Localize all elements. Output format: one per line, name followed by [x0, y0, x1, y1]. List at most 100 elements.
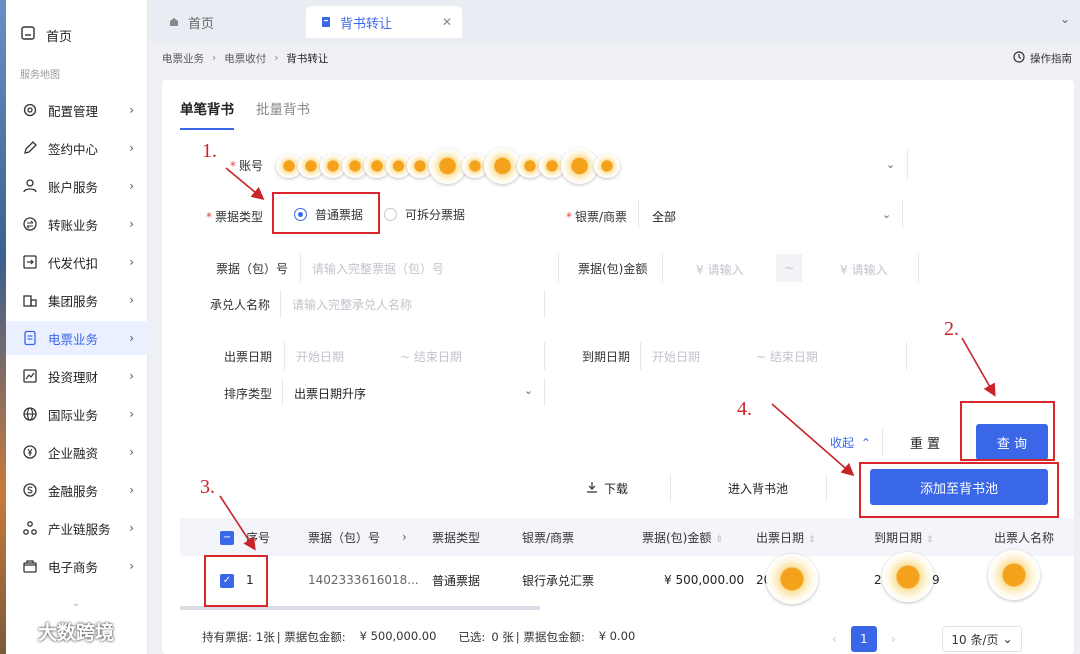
- sidebar-item[interactable]: 签约中心 ›: [6, 131, 148, 165]
- held-count: 1张: [255, 630, 275, 644]
- header-amount[interactable]: 票据(包)金额 ⇕: [642, 529, 723, 546]
- guide-link[interactable]: 操作指南: [1013, 48, 1072, 68]
- annotation-step-4: 4.: [737, 398, 752, 420]
- chevron-right-icon: ›: [129, 103, 134, 117]
- radio-split-bill[interactable]: 可拆分票据: [384, 206, 465, 223]
- chevron-down-icon[interactable]: ⌄: [886, 158, 895, 171]
- chevron-down-icon[interactable]: ⌄: [882, 208, 891, 221]
- amount-max-input[interactable]: ¥ 请输入: [840, 261, 887, 278]
- header-issue-date[interactable]: 出票日期 ⇕: [756, 529, 816, 546]
- breadcrumb-item[interactable]: 电票业务: [162, 51, 204, 66]
- sidebar-item[interactable]: 集团服务 ›: [6, 283, 148, 317]
- header-checkbox[interactable]: −: [220, 529, 234, 545]
- subtabs: 单笔背书 批量背书: [180, 98, 310, 130]
- reset-button[interactable]: 重 置: [890, 424, 960, 460]
- chevron-down-icon[interactable]: ⌄: [524, 384, 533, 397]
- collapse-link[interactable]: 收起 ⌃: [830, 434, 871, 451]
- divider: [544, 378, 545, 406]
- held-amount-label: | 票据包金额:: [276, 630, 346, 644]
- download-button[interactable]: 下载: [586, 480, 628, 497]
- sidebar-item[interactable]: 投资理财 ›: [6, 359, 148, 393]
- chevron-right-icon[interactable]: ›: [402, 530, 407, 544]
- annotation-box-bill-type: [272, 192, 380, 234]
- sort-icon: ⇕: [808, 534, 816, 545]
- subtab-batch[interactable]: 批量背书: [256, 98, 310, 130]
- table-header: − 序号 票据（包）号 › 票据类型 银票/商票 票据(包)金额 ⇕ 出票日期 ⇕ …: [180, 518, 1074, 556]
- settings-icon: [22, 102, 38, 118]
- next-page-icon[interactable]: ›: [891, 632, 896, 646]
- page-size-label: 10 条/页: [951, 632, 999, 647]
- page-number[interactable]: 1: [850, 626, 877, 652]
- acceptor-input[interactable]: 请输入完整承兑人名称: [292, 296, 412, 313]
- watermark: 大数跨境: [6, 618, 114, 645]
- bill-no-input[interactable]: 请输入完整票据（包）号: [312, 260, 444, 277]
- sidebar-item[interactable]: 电子商务 ›: [6, 549, 148, 583]
- selected-count: 0 张: [491, 630, 514, 644]
- user-icon: [22, 178, 38, 194]
- header-index: 序号: [246, 530, 271, 545]
- sidebar-item-label: 投资理财: [48, 369, 99, 385]
- shop-icon: [22, 558, 38, 574]
- sort-icon: ⇕: [715, 534, 723, 545]
- row-bill-type: 普通票据: [432, 573, 481, 588]
- tab-endorse[interactable]: 背书转让 ✕: [306, 6, 462, 38]
- export-icon: [22, 254, 38, 270]
- divider: [544, 342, 545, 370]
- enter-pool-button[interactable]: 进入背书池: [728, 480, 788, 497]
- selected-amount: ¥ 0.00: [598, 629, 636, 643]
- divider: [907, 150, 908, 180]
- issue-end-input[interactable]: ~ 结束日期: [400, 348, 462, 365]
- chart-icon: [22, 368, 38, 384]
- redaction-mark: [882, 552, 934, 602]
- sidebar-item[interactable]: 账户服务 ›: [6, 169, 148, 203]
- issue-date-label: 出票日期: [224, 350, 273, 364]
- bank-type-label: 银票/商票: [566, 208, 627, 225]
- due-start-input[interactable]: 开始日期: [652, 348, 700, 365]
- breadcrumb-item[interactable]: 电票收付: [224, 51, 266, 66]
- annotation-step-3: 3.: [200, 476, 215, 498]
- sort-select[interactable]: 出票日期升序: [294, 385, 366, 402]
- chevron-down-icon[interactable]: ⌄: [72, 598, 80, 609]
- divider: [906, 342, 907, 370]
- sidebar-home[interactable]: 首页: [20, 22, 72, 48]
- pagination: ‹ 1 ›: [832, 626, 896, 652]
- prev-page-icon[interactable]: ‹: [832, 632, 837, 646]
- bill-no-label: 票据（包）号: [216, 262, 289, 276]
- sidebar-item[interactable]: 电票业务 ›: [6, 321, 148, 355]
- sidebar-item[interactable]: 企业融资 ›: [6, 435, 148, 469]
- sidebar-item-label: 电票业务: [48, 331, 99, 347]
- page-size-select[interactable]: 10 条/页 ⌄: [942, 626, 1022, 652]
- bill-type-label: 票据类型: [206, 208, 263, 225]
- issue-start-input[interactable]: 开始日期: [296, 348, 344, 365]
- sidebar-item[interactable]: 产业链服务 ›: [6, 511, 148, 545]
- sidebar-item[interactable]: 转账业务 ›: [6, 207, 148, 241]
- table-row[interactable]: ✓ 1 1402333616018... 普通票据 银行承兑汇票 ¥ 500,0…: [180, 550, 1074, 604]
- sidebar-item[interactable]: 配置管理 ›: [6, 93, 148, 127]
- chevron-right-icon: ›: [129, 407, 134, 421]
- sidebar-item[interactable]: 国际业务 ›: [6, 397, 148, 431]
- due-end-input[interactable]: ~ 结束日期: [756, 348, 818, 365]
- sidebar-item[interactable]: 金融服务 ›: [6, 473, 148, 507]
- header-bank-type: 银票/商票: [522, 530, 575, 545]
- home-icon: [168, 16, 180, 28]
- subtab-single[interactable]: 单笔背书: [180, 98, 234, 130]
- row-bill-no[interactable]: 1402333616018...: [308, 573, 419, 587]
- chevron-down-icon[interactable]: ⌄: [1060, 12, 1070, 26]
- guide-label: 操作指南: [1030, 52, 1072, 65]
- sidebar-item[interactable]: 代发代扣 ›: [6, 245, 148, 279]
- chevron-right-icon: ›: [129, 179, 134, 193]
- held-amount: ¥ 500,000.00: [359, 629, 437, 643]
- chevron-right-icon: ›: [129, 521, 134, 535]
- tab-home[interactable]: 首页: [168, 6, 298, 38]
- account-select-redacted[interactable]: [276, 148, 621, 184]
- header-due-date[interactable]: 到期日期 ⇕: [874, 529, 934, 546]
- close-icon[interactable]: ✕: [442, 15, 452, 29]
- chevron-right-icon: ›: [129, 141, 134, 155]
- amount-min-input[interactable]: ¥ 请输入: [696, 261, 743, 278]
- watermark-logo-icon: [6, 619, 32, 644]
- bank-type-select[interactable]: 全部: [652, 208, 676, 225]
- header-bill-no: 票据（包）号: [308, 530, 381, 545]
- radio-split-label: 可拆分票据: [405, 208, 466, 222]
- tab-bar: 首页 背书转让 ✕ ⌄: [148, 0, 1080, 42]
- divider: [544, 290, 545, 318]
